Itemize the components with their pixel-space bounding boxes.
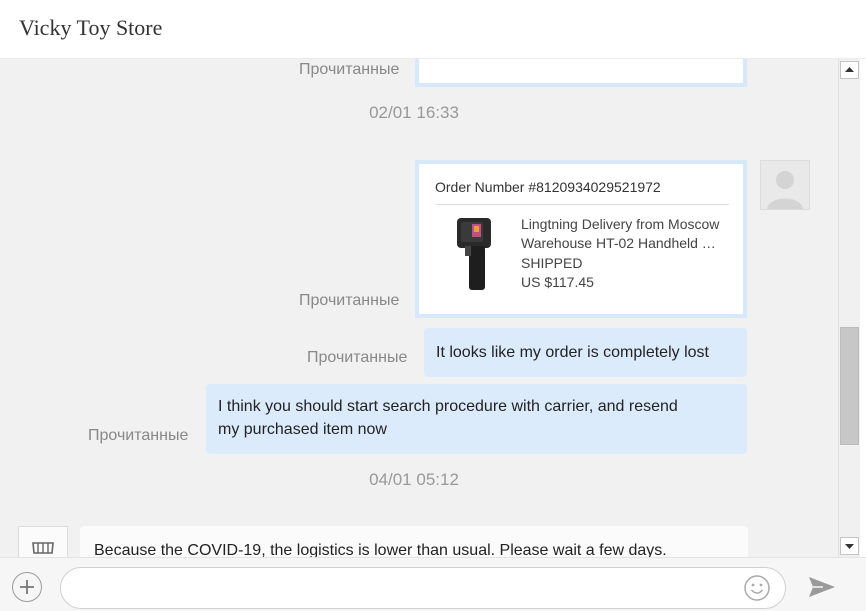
read-status: Прочитанные: [299, 292, 400, 309]
store-avatar: [18, 526, 68, 557]
message-list[interactable]: Прочитанные 02/01 16:33 Order Number #81…: [0, 59, 838, 557]
arrow-down-icon: [845, 544, 854, 549]
chat-header: Vicky Toy Store: [0, 0, 866, 59]
message-input[interactable]: [60, 567, 786, 609]
send-button[interactable]: [806, 573, 838, 601]
plus-icon: [20, 580, 34, 594]
message-text: It looks like my order is completely los…: [436, 344, 709, 361]
store-name: Vicky Toy Store: [19, 15, 163, 40]
read-status: Прочитанные: [88, 427, 189, 444]
timestamp: 04/01 05:12: [369, 470, 459, 489]
read-status: Прочитанные: [299, 61, 400, 78]
composer-bar: [0, 557, 866, 611]
send-icon: [809, 577, 835, 597]
order-number[interactable]: Order Number #8120934029521972: [435, 179, 661, 195]
timestamp: 02/01 16:33: [369, 103, 459, 122]
scroll-thumb[interactable]: [840, 327, 859, 445]
emoji-button[interactable]: [743, 574, 771, 602]
outgoing-message[interactable]: It looks like my order is completely los…: [424, 328, 747, 377]
product-name[interactable]: Lingtning Delivery from Moscow: [521, 216, 719, 232]
order-card[interactable]: Order Number #8120934029521972 Lingtning…: [415, 160, 747, 318]
attach-button[interactable]: [12, 572, 42, 602]
order-status: SHIPPED: [521, 255, 583, 271]
product-image[interactable]: [453, 216, 497, 294]
user-avatar: [760, 160, 810, 210]
arrow-up-icon: [845, 67, 854, 72]
product-name-continued[interactable]: Warehouse HT-02 Handheld …: [521, 235, 716, 251]
scroll-up-button[interactable]: [840, 61, 859, 79]
read-status: Прочитанные: [307, 349, 408, 366]
scroll-down-button[interactable]: [840, 537, 859, 555]
user-avatar-icon: [767, 171, 803, 209]
chat-scrollbar[interactable]: [838, 59, 860, 557]
outgoing-message[interactable]: I think you should start search procedur…: [206, 384, 747, 454]
emoji-icon: [744, 575, 770, 601]
message-text: Because the COVID-19, the logistics is l…: [94, 542, 667, 557]
order-divider: [435, 204, 729, 205]
store-icon: [32, 542, 54, 554]
previous-order-card[interactable]: [415, 59, 747, 87]
order-price: US $117.45: [521, 274, 594, 290]
message-text: I think you should start search procedur…: [218, 398, 678, 415]
incoming-message[interactable]: Because the COVID-19, the logistics is l…: [80, 526, 748, 557]
message-text-continued: my purchased item now: [218, 421, 387, 438]
